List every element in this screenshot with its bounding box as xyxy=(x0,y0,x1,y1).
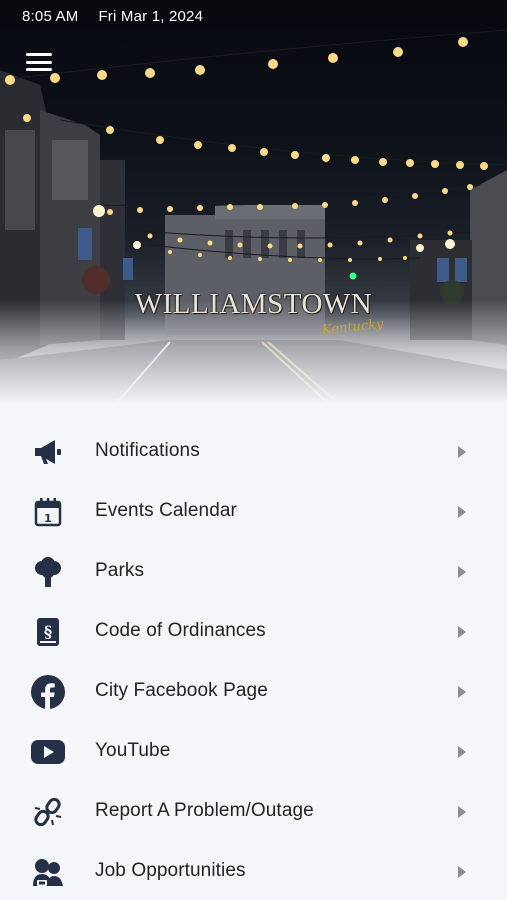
menu-item-label: YouTube xyxy=(95,740,171,761)
svg-text:§: § xyxy=(44,622,52,641)
broken-link-icon xyxy=(30,794,66,830)
menu-item-job-opportunities[interactable]: Job Opportunities xyxy=(0,842,507,900)
menu-item-notifications[interactable]: Notifications xyxy=(0,422,507,482)
menu-item-parks[interactable]: Parks xyxy=(0,542,507,602)
menu-item-city-facebook-page[interactable]: City Facebook Page xyxy=(0,662,507,722)
chevron-right-icon xyxy=(458,686,466,698)
chevron-right-icon xyxy=(458,446,466,458)
chevron-right-icon xyxy=(458,806,466,818)
hamburger-menu-icon[interactable] xyxy=(24,50,54,74)
calendar-icon: 1 xyxy=(30,494,66,530)
hero-banner: 8:05 AM Fri Mar 1, 2024 WILLIAMSTOWN Ken… xyxy=(0,0,507,405)
city-logo-name: WILLIAMSTOWN xyxy=(134,288,373,320)
chevron-right-icon xyxy=(458,626,466,638)
status-bar: 8:05 AM Fri Mar 1, 2024 xyxy=(0,0,507,32)
menu-item-label: City Facebook Page xyxy=(95,680,268,701)
menu-item-report-a-problem[interactable]: Report A Problem/Outage xyxy=(0,782,507,842)
menu-item-code-of-ordinances[interactable]: § Code of Ordinances xyxy=(0,602,507,662)
city-logo: WILLIAMSTOWN Kentucky xyxy=(0,288,507,338)
facebook-icon xyxy=(30,674,66,710)
menu-item-youtube[interactable]: YouTube xyxy=(0,722,507,782)
job-people-icon xyxy=(30,854,66,890)
ordinance-book-icon: § xyxy=(30,614,66,650)
megaphone-icon xyxy=(30,434,66,470)
chevron-right-icon xyxy=(458,506,466,518)
status-time: 8:05 AM xyxy=(22,7,79,25)
svg-text:1: 1 xyxy=(44,512,52,525)
menu-item-label: Job Opportunities xyxy=(95,860,246,881)
youtube-icon xyxy=(30,734,66,770)
menu-item-events-calendar[interactable]: 1 Events Calendar xyxy=(0,482,507,542)
status-date: Fri Mar 1, 2024 xyxy=(98,7,204,25)
chevron-right-icon xyxy=(458,566,466,578)
chevron-right-icon xyxy=(458,866,466,878)
main-menu-list: Notifications 1 Events Calendar Parks § … xyxy=(0,422,507,900)
menu-item-label: Code of Ordinances xyxy=(95,620,266,641)
menu-item-label: Notifications xyxy=(95,440,200,461)
menu-item-label: Events Calendar xyxy=(95,500,237,521)
menu-item-label: Report A Problem/Outage xyxy=(95,800,314,821)
menu-item-label: Parks xyxy=(95,560,145,581)
tree-icon xyxy=(30,554,66,590)
chevron-right-icon xyxy=(458,746,466,758)
